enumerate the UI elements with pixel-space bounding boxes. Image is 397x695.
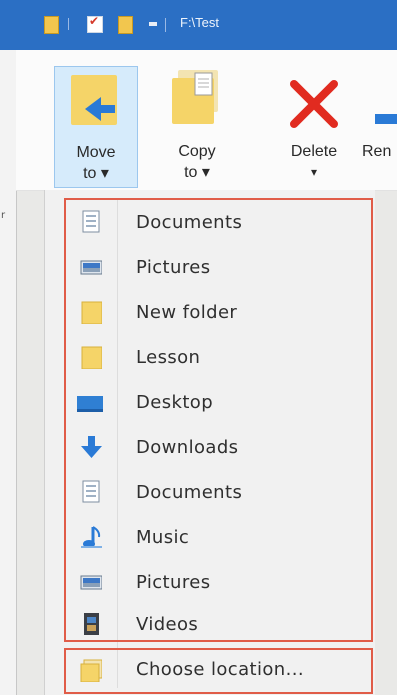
documents-icon xyxy=(82,480,100,503)
folder-icon xyxy=(80,659,102,682)
toolbar-separator xyxy=(68,18,69,30)
delete-button[interactable]: Delete ▾ xyxy=(268,66,360,186)
rename-label: Ren xyxy=(362,143,392,160)
move-to-label: Move to ▾ xyxy=(76,144,116,182)
menu-item-videos[interactable]: Videos xyxy=(64,604,369,648)
new-folder-icon[interactable] xyxy=(118,16,133,34)
move-to-icon xyxy=(71,75,117,125)
music-icon xyxy=(81,526,102,548)
menu-item-lesson[interactable]: Lesson xyxy=(64,337,369,381)
menu-item-desktop[interactable]: Desktop xyxy=(64,382,369,426)
folder-icon xyxy=(81,301,102,324)
desktop-icon xyxy=(77,396,103,412)
rename-button[interactable]: Ren xyxy=(362,66,397,186)
ribbon: Move to ▾ Copy to ▾ Delete ▾ Ren xyxy=(16,50,397,191)
copy-to-button[interactable]: Copy to ▾ xyxy=(156,66,238,186)
title-bar: F:\Test xyxy=(0,0,397,50)
delete-x-icon xyxy=(290,80,338,128)
folder-icon xyxy=(81,346,102,369)
menu-item-documents[interactable]: Documents xyxy=(64,202,369,246)
rename-icon xyxy=(375,114,397,124)
choose-location-highlight: Choose location... xyxy=(64,648,373,694)
copy-to-icon xyxy=(172,72,214,124)
copy-to-label: Copy to ▾ xyxy=(178,143,216,181)
videos-icon xyxy=(84,613,99,635)
left-pane-edge: r xyxy=(0,50,17,695)
toolbar-separator xyxy=(165,18,166,32)
choose-location-item[interactable]: Choose location... xyxy=(66,650,371,692)
menu-item-pictures-2[interactable]: Pictures xyxy=(64,562,369,606)
menu-item-downloads[interactable]: Downloads xyxy=(64,427,369,471)
downloads-icon xyxy=(81,436,102,458)
pictures-icon xyxy=(80,260,102,275)
quick-access-dropdown-icon[interactable] xyxy=(149,22,157,26)
left-pane-char: r xyxy=(1,210,6,221)
documents-icon xyxy=(82,210,100,233)
pictures-icon xyxy=(80,575,102,590)
menu-item-documents-2[interactable]: Documents xyxy=(64,472,369,516)
window-title: F:\Test xyxy=(180,15,220,30)
menu-item-music[interactable]: Music xyxy=(64,517,369,561)
delete-label: Delete ▾ xyxy=(290,143,338,179)
properties-check-icon[interactable] xyxy=(87,14,103,33)
move-to-menu: Documents Pictures New folder Lesson Des… xyxy=(44,190,375,695)
move-to-button[interactable]: Move to ▾ xyxy=(54,66,138,188)
menu-item-pictures[interactable]: Pictures xyxy=(64,247,369,291)
folder-icon[interactable] xyxy=(44,16,59,34)
menu-item-new-folder[interactable]: New folder xyxy=(64,292,369,336)
